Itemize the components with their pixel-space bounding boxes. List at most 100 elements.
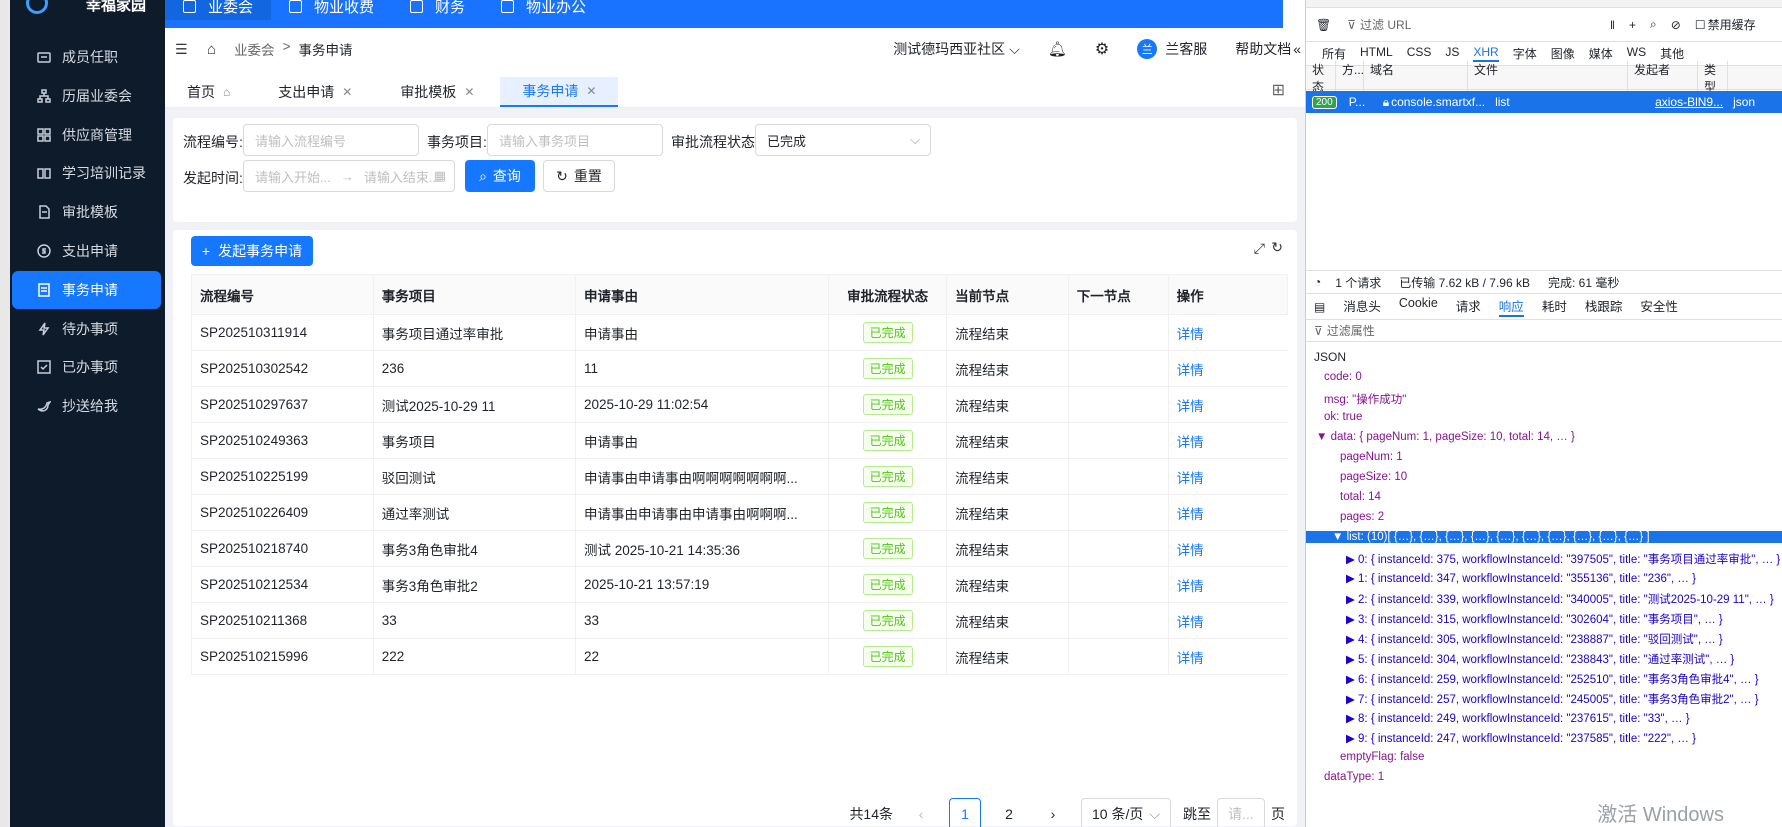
json-node[interactable]: pages: 2 (1340, 511, 1384, 523)
json-node[interactable]: ▼ list: (10)[ {…}, {…}, {…}, {…}, {…}, {… (1306, 531, 1782, 543)
prev-page-button[interactable]: ‹ (905, 798, 937, 827)
type-filter-tab[interactable]: WS (1627, 45, 1646, 62)
json-node[interactable]: ▶ 5: { instanceId: 304, workflowInstance… (1346, 651, 1734, 667)
detail-link[interactable]: 详情 (1177, 327, 1204, 342)
json-node[interactable]: emptyFlag: false (1340, 751, 1424, 763)
item-input[interactable]: 请输入事务项目 (487, 124, 663, 156)
filter-props[interactable]: ⊽ 过滤属性 (1306, 320, 1782, 342)
json-node[interactable]: ▶ 4: { instanceId: 305, workflowInstance… (1346, 631, 1723, 647)
detail-tab[interactable]: Cookie (1399, 296, 1438, 317)
sidebar-item[interactable]: 支出申请 (12, 232, 161, 270)
detail-link-cell[interactable]: 详情 (1167, 602, 1288, 639)
detail-tab[interactable]: 请求 (1456, 296, 1481, 317)
json-node[interactable]: ok: true (1324, 411, 1362, 423)
flow-no-input[interactable]: 请输入流程编号 (243, 124, 419, 156)
sidebar-item[interactable]: 抄送给我 (12, 387, 161, 425)
type-filter-tab[interactable]: 其他 (1660, 45, 1684, 62)
trash-icon[interactable]: 🗑︎ (1316, 18, 1331, 32)
settings-gear-icon[interactable]: ⚙ (1095, 39, 1109, 59)
page-2[interactable]: 2 (993, 798, 1025, 827)
top-nav-item[interactable]: 物业收费 (271, 0, 392, 20)
type-filter-tab[interactable]: 字体 (1513, 45, 1537, 62)
home-icon[interactable]: ⌂ (207, 41, 216, 58)
detail-link-cell[interactable]: 详情 (1167, 638, 1288, 675)
breadcrumb-item[interactable]: 业委会 (234, 39, 275, 59)
sidebar-item[interactable]: 供应商管理 (12, 116, 161, 154)
detail-link[interactable]: 详情 (1177, 363, 1204, 378)
request-column-header[interactable]: 方... (1336, 60, 1364, 95)
page-tab[interactable]: 首页 ⌂ (165, 77, 252, 107)
json-node[interactable]: ▶ 3: { instanceId: 315, workflowInstance… (1346, 611, 1723, 627)
sidebar-item[interactable]: 待办事项 (12, 310, 161, 348)
create-request-button[interactable]: + 发起事务申请 (191, 236, 313, 266)
reset-button[interactable]: ↻ 重置 (543, 160, 615, 192)
jump-input[interactable]: 请... (1217, 798, 1265, 827)
page-1[interactable]: 1 (949, 798, 982, 827)
sidebar-item[interactable]: 历届业委会 (12, 77, 161, 115)
detail-link[interactable]: 详情 (1177, 471, 1204, 486)
json-node[interactable]: ▶ 2: { instanceId: 339, workflowInstance… (1346, 591, 1774, 607)
type-filter-tab[interactable]: CSS (1407, 45, 1432, 62)
detail-link-cell[interactable]: 详情 (1167, 458, 1288, 495)
request-column-header[interactable]: 文件 (1468, 60, 1628, 95)
sidebar-item[interactable]: 事务申请 (12, 270, 161, 309)
detail-tab[interactable]: 安全性 (1640, 296, 1678, 317)
close-icon[interactable]: ✕ (464, 85, 474, 99)
type-filter-tab[interactable]: XHR (1473, 45, 1499, 62)
json-node[interactable]: ▼ data: { pageNum: 1, pageSize: 10, tota… (1316, 431, 1575, 443)
detail-link-cell[interactable]: 详情 (1167, 314, 1288, 351)
detail-link-cell[interactable]: 详情 (1167, 422, 1288, 459)
request-column-header[interactable]: 状态 (1306, 60, 1336, 95)
status-select[interactable]: 已完成 ⌵ (755, 124, 931, 156)
type-filter-tab[interactable]: 所有 (1322, 45, 1346, 62)
page-tab[interactable]: 事务申请 ✕ (500, 77, 619, 107)
detail-tab[interactable]: 响应 (1498, 296, 1524, 317)
user-menu[interactable]: 兰兰客服 (1137, 39, 1207, 59)
page-tab[interactable]: 支出申请 ✕ (256, 77, 374, 107)
json-node[interactable]: ▶ 0: { instanceId: 375, workflowInstance… (1346, 551, 1780, 567)
sidebar-item[interactable]: 成员任职 (12, 38, 161, 76)
type-filter-tab[interactable]: HTML (1360, 45, 1393, 62)
type-filter-tab[interactable]: 图像 (1551, 45, 1575, 62)
json-node[interactable]: ▶ 1: { instanceId: 347, workflowInstance… (1346, 571, 1696, 585)
json-node[interactable]: ▶ 9: { instanceId: 247, workflowInstance… (1346, 731, 1696, 745)
detail-link[interactable]: 详情 (1177, 435, 1204, 450)
detail-link-cell[interactable]: 详情 (1167, 350, 1288, 387)
reload-icon[interactable]: ↻ (1271, 239, 1283, 256)
sidebar-item[interactable]: 学习培训记录 (12, 154, 161, 192)
request-column-header[interactable]: 域名 (1364, 60, 1468, 95)
detail-link[interactable]: 详情 (1177, 507, 1204, 522)
top-nav-item[interactable]: 财务 (392, 0, 483, 20)
add-icon[interactable]: + (1629, 18, 1636, 32)
sidebar-item[interactable]: 审批模板 (12, 193, 161, 231)
json-node[interactable]: pageNum: 1 (1340, 451, 1403, 463)
filter-props-input[interactable]: 过滤属性 (1327, 322, 1375, 339)
disable-cache-checkbox[interactable]: ☐ (1695, 18, 1706, 32)
detail-tab[interactable]: 耗时 (1542, 296, 1567, 317)
pause-icon[interactable]: ‖ (1610, 18, 1615, 32)
search-icon[interactable]: ⌕ (1650, 17, 1657, 32)
type-filter-tab[interactable]: JS (1445, 45, 1459, 62)
collapse-menu-icon[interactable]: ☰ (175, 41, 189, 58)
filter-url-input[interactable]: 过滤 URL (1360, 16, 1610, 33)
query-button[interactable]: ⌕ 查询 (465, 160, 535, 192)
detail-link-cell[interactable]: 详情 (1167, 386, 1288, 423)
panel-toggle-icon[interactable]: ▤ (1314, 300, 1325, 314)
detail-link[interactable]: 详情 (1177, 399, 1204, 414)
close-icon[interactable]: ✕ (586, 84, 596, 98)
detail-link[interactable]: 详情 (1177, 579, 1204, 594)
detail-link-cell[interactable]: 详情 (1167, 566, 1288, 603)
json-node[interactable]: msg: "操作成功" (1324, 391, 1406, 407)
json-node[interactable]: code: 0 (1324, 371, 1362, 383)
block-icon[interactable]: ⊘ (1671, 18, 1681, 32)
community-selector[interactable]: 测试德玛西亚社区 ⌵ (893, 39, 1020, 59)
next-page-button[interactable]: › (1037, 798, 1069, 827)
date-range-input[interactable]: 请输入开始... → 请输入结束... ▦ (243, 160, 455, 192)
sidebar-item[interactable]: 已办事项 (12, 348, 161, 386)
request-column-header[interactable]: 发起者 (1628, 60, 1698, 95)
detail-link[interactable]: 详情 (1177, 651, 1204, 666)
json-node[interactable]: ▶ 7: { instanceId: 257, workflowInstance… (1346, 691, 1759, 707)
page-tab[interactable]: 审批模板 ✕ (378, 77, 496, 107)
json-node[interactable]: ▶ 6: { instanceId: 259, workflowInstance… (1346, 671, 1759, 687)
detail-tab[interactable]: 栈跟踪 (1585, 296, 1623, 317)
